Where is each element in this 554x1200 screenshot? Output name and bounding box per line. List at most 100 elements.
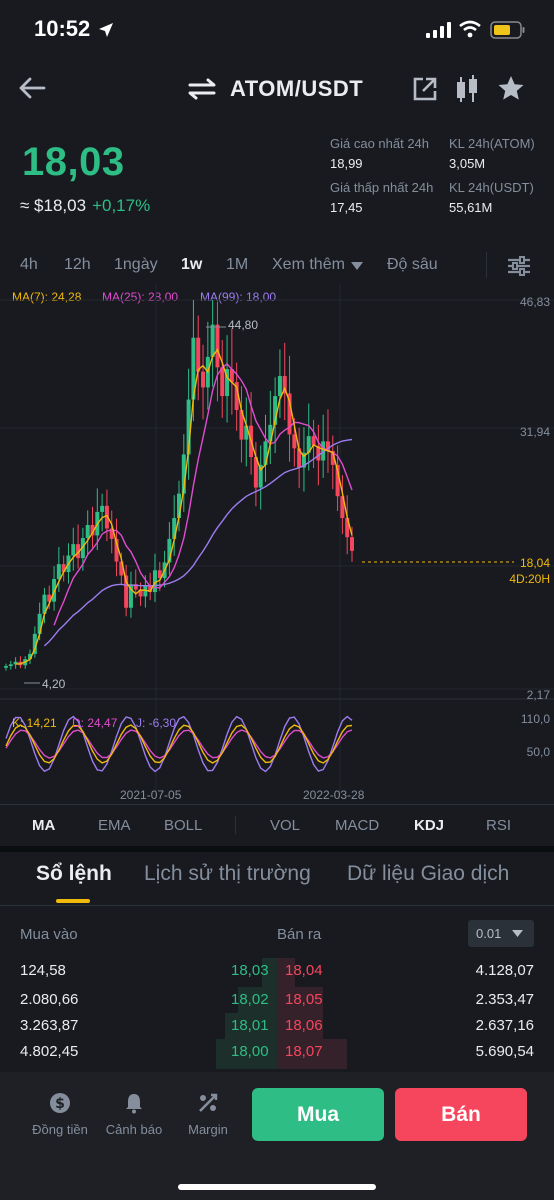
tf-4h[interactable]: 4h: [20, 256, 38, 274]
buy-button[interactable]: Mua: [252, 1088, 384, 1141]
kdj-j-legend: J: -6,30: [136, 716, 177, 730]
ind-tab-vol[interactable]: VOL: [270, 817, 300, 834]
high-label: 44,80: [228, 318, 259, 332]
tab-market-history[interactable]: Lịch sử thị trường: [144, 862, 311, 886]
coin-icon: $: [50, 1093, 70, 1113]
axis-low: 2,17: [526, 688, 550, 702]
bottom-action-bar: $ Đồng tiền Cảnh báo Margin Mua Bán: [0, 1072, 554, 1200]
status-bar: 10:52: [0, 0, 554, 60]
section-divider: [0, 846, 554, 852]
divider: [0, 804, 554, 805]
candle-body: [277, 376, 282, 397]
pair-title: ATOM/USDT: [230, 76, 364, 101]
bid-qty: 3.263,87: [20, 1017, 79, 1034]
tf-depth[interactable]: Độ sâu: [387, 256, 438, 274]
nav-alert[interactable]: Cảnh báo: [100, 1090, 168, 1142]
candle-body: [8, 664, 13, 667]
bid-price: 18,01: [231, 1017, 269, 1034]
stat-vol-usdt-value: 55,61M: [449, 200, 493, 215]
tf-1w[interactable]: 1w: [181, 256, 202, 274]
divider: [235, 816, 236, 834]
caret-down-icon: [351, 262, 363, 270]
kdj-d-legend: D: 24,47: [72, 716, 118, 730]
low-label: 4,20: [42, 677, 66, 691]
home-indicator: [178, 1184, 376, 1190]
tf-more[interactable]: Xem thêm: [272, 256, 345, 274]
settings-sliders-icon[interactable]: [506, 254, 532, 278]
nav-margin[interactable]: Margin: [176, 1090, 240, 1142]
axis-mid: 31,94: [519, 425, 550, 439]
candle-body: [201, 371, 206, 388]
bid-price: 18,03: [231, 962, 269, 979]
ask-price: 18,05: [285, 991, 323, 1008]
bid-price: 18,00: [231, 1043, 269, 1060]
tf-12h[interactable]: 12h: [64, 256, 91, 274]
ask-qty: 2.353,47: [475, 991, 534, 1008]
last-price: 18,03: [22, 140, 125, 184]
candle-body: [215, 324, 220, 368]
star-icon[interactable]: [497, 74, 525, 102]
ind-tab-rsi[interactable]: RSI: [486, 817, 511, 834]
candle-body: [196, 337, 201, 372]
back-arrow-icon[interactable]: [18, 76, 46, 100]
ask-qty: 2.637,16: [475, 1017, 534, 1034]
tab-orderbook[interactable]: Sổ lệnh: [36, 862, 112, 886]
candle-body: [56, 564, 61, 579]
price-sub: ≈ $18,03 +0,17%: [20, 196, 150, 216]
tf-1day[interactable]: 1ngày: [114, 256, 158, 274]
divider: [0, 905, 554, 906]
stat-vol-atom-value: 3,05M: [449, 156, 486, 171]
kdj-axis-mid: 50,0: [526, 745, 550, 759]
precision-value: 0.01: [476, 926, 502, 941]
svg-text:$: $: [55, 1096, 65, 1112]
bid-qty: 4.802,45: [20, 1043, 79, 1060]
status-time: 10:52: [34, 16, 91, 41]
location-arrow-icon: [99, 23, 113, 37]
candles: [4, 300, 354, 671]
ask-price: 18,07: [285, 1043, 323, 1060]
share-icon[interactable]: [412, 76, 438, 102]
stat-vol-usdt-label: KL 24h(USDT): [449, 180, 534, 195]
tf-1m[interactable]: 1M: [226, 256, 248, 274]
ind-tab-boll[interactable]: BOLL: [164, 817, 202, 834]
divider: [486, 252, 487, 278]
nav-coin[interactable]: $ Đồng tiền: [24, 1090, 96, 1142]
stat-high-label: Giá cao nhất 24h: [330, 136, 430, 151]
ind-tab-ema[interactable]: EMA: [98, 817, 131, 834]
margin-icon: [199, 1093, 218, 1112]
candle-body: [100, 505, 105, 512]
bell-icon: [126, 1094, 142, 1114]
countdown-label: 4D:20H: [509, 572, 550, 586]
sell-button[interactable]: Bán: [395, 1088, 527, 1141]
nav-alert-label: Cảnh báo: [105, 1122, 163, 1137]
battery-icon: [490, 21, 525, 39]
tab-trade-data[interactable]: Dữ liệu Giao dịch: [347, 862, 509, 886]
stat-vol-atom-label: KL 24h(ATOM): [449, 136, 535, 151]
active-tab-indicator: [56, 899, 90, 903]
ind-tab-kdj[interactable]: KDJ: [414, 817, 444, 834]
sell-header: Bán ra: [277, 926, 322, 943]
ask-qty: 5.690,54: [475, 1043, 534, 1060]
precision-select[interactable]: 0.01: [468, 920, 534, 947]
swap-icon[interactable]: [188, 78, 216, 100]
price-change: +0,17%: [92, 196, 151, 215]
candle-body: [85, 524, 90, 539]
table-row[interactable]: 4.802,45 18,00 18,07 5.690,54: [0, 1039, 554, 1069]
candle-body: [292, 434, 297, 449]
ask-price: 18,06: [285, 1017, 323, 1034]
caret-down-icon: [512, 930, 523, 937]
bid-qty: 2.080,66: [20, 991, 79, 1008]
ind-tab-ma[interactable]: MA: [32, 817, 55, 834]
candle-body: [350, 537, 354, 551]
current-price-label: 18,04: [519, 556, 550, 570]
candle-body: [71, 544, 76, 556]
stat-low-label: Giá thấp nhất 24h: [330, 180, 434, 195]
date-label-2: 2022-03-28: [303, 788, 365, 802]
ind-tab-macd[interactable]: MACD: [335, 817, 379, 834]
kdj-d-line: [5, 729, 353, 759]
candlestick-icon[interactable]: [454, 74, 480, 104]
buy-header: Mua vào: [20, 926, 78, 943]
bid-price: 18,02: [231, 991, 269, 1008]
nav-coin-label: Đồng tiền: [32, 1122, 88, 1137]
table-row[interactable]: 124,58 18,03 18,04 4.128,07: [0, 958, 554, 988]
